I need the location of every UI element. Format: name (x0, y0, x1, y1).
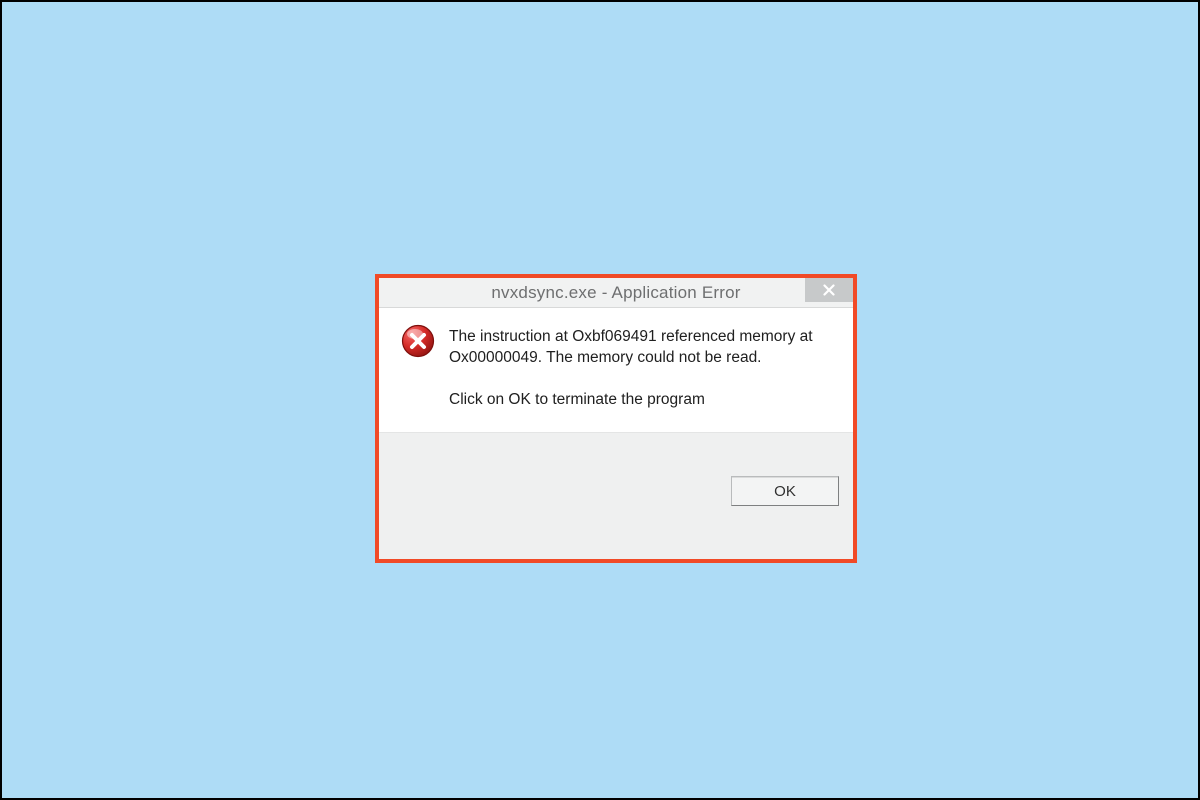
dialog-button-row: OK (379, 433, 853, 559)
ok-button[interactable]: OK (731, 476, 839, 506)
close-button[interactable] (805, 278, 853, 302)
dialog-message-area: The instruction at Oxbf069491 referenced… (449, 326, 835, 410)
desktop-background: nvxdsync.exe - Application Error (19, 19, 1181, 781)
error-dialog-highlight-frame: nvxdsync.exe - Application Error (375, 274, 857, 563)
error-icon (401, 324, 435, 358)
close-icon (823, 284, 835, 296)
dialog-body: The instruction at Oxbf069491 referenced… (379, 308, 853, 433)
dialog-title-bar[interactable]: nvxdsync.exe - Application Error (379, 278, 853, 308)
dialog-message-primary: The instruction at Oxbf069491 referenced… (449, 326, 835, 369)
error-dialog: nvxdsync.exe - Application Error (379, 278, 853, 559)
dialog-message-secondary: Click on OK to terminate the program (449, 389, 835, 410)
dialog-title: nvxdsync.exe - Application Error (379, 283, 853, 303)
outer-frame: nvxdsync.exe - Application Error (0, 0, 1200, 800)
